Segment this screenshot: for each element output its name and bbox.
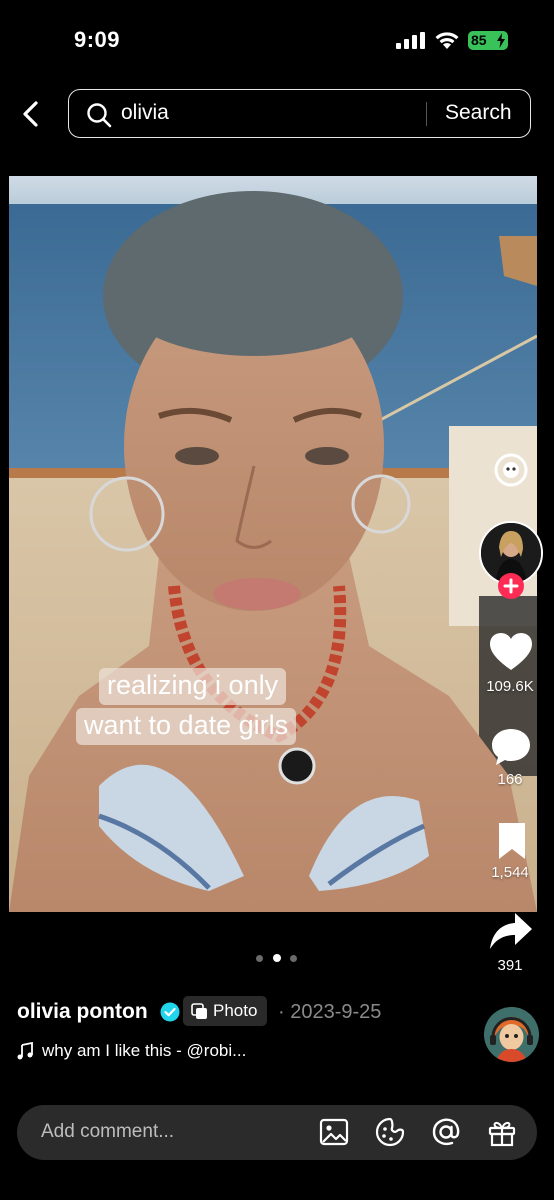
heart-icon[interactable] — [489, 632, 533, 672]
search-input[interactable]: olivia — [121, 101, 169, 125]
comment-input[interactable]: Add comment... — [41, 1121, 174, 1143]
save-count: 1,544 — [491, 864, 529, 881]
gift-icon[interactable] — [487, 1117, 517, 1147]
share-arrow-icon[interactable] — [489, 911, 533, 951]
carousel-dot-1[interactable] — [256, 955, 263, 962]
caption-line-2: want to date girls — [76, 708, 297, 745]
follow-plus-icon[interactable] — [497, 572, 525, 600]
music-row[interactable]: why am I like this - @robi... — [17, 1041, 246, 1061]
mention-icon[interactable] — [431, 1117, 461, 1147]
photo-type-badge: Photo — [183, 996, 268, 1026]
cellular-signal-icon — [396, 32, 425, 49]
photo-stack-icon — [191, 1002, 207, 1019]
verified-badge-icon — [160, 1002, 180, 1022]
back-arrow-icon[interactable] — [20, 100, 44, 128]
selfie-photo-image — [9, 176, 537, 912]
search-divider — [426, 102, 427, 126]
image-icon[interactable] — [319, 1117, 349, 1147]
photo-type-label: Photo — [213, 1001, 258, 1020]
share-count: 391 — [497, 957, 523, 974]
bookmark-icon[interactable] — [496, 821, 528, 861]
author-name[interactable]: olivia ponton — [17, 1000, 148, 1024]
comment-icon[interactable] — [490, 727, 532, 767]
battery-indicator: 85 — [468, 31, 508, 50]
search-button[interactable]: Search — [445, 101, 512, 125]
post-photo[interactable]: realizing i only want to date girls — [9, 176, 537, 912]
like-count: 109.6K — [486, 678, 534, 695]
comment-count: 166 — [497, 771, 523, 788]
music-title: why am I like this - @robi... — [42, 1041, 247, 1060]
profile-mode-icon[interactable] — [493, 452, 529, 488]
search-icon — [87, 103, 112, 128]
sticker-icon[interactable] — [375, 1117, 405, 1147]
carousel-dot-2[interactable] — [273, 954, 281, 962]
sound-avatar-image — [484, 1007, 539, 1062]
wifi-icon — [435, 32, 459, 49]
post-date: · 2023-9-25 — [278, 1001, 382, 1023]
battery-level: 85 — [471, 32, 487, 48]
caption-line-1: realizing i only — [99, 668, 287, 705]
music-note-icon — [17, 1042, 33, 1060]
charging-bolt-icon — [497, 33, 505, 48]
carousel-dot-3[interactable] — [290, 955, 297, 962]
sound-avatar[interactable] — [484, 1007, 539, 1062]
status-time: 9:09 — [74, 27, 121, 52]
